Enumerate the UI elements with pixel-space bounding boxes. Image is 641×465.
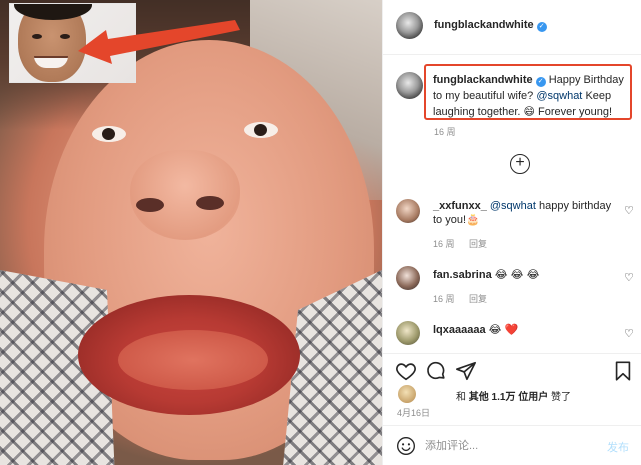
heart-outline-icon[interactable]	[395, 360, 417, 382]
reply-button[interactable]: 回复	[469, 239, 487, 249]
post-date[interactable]: 4月16日	[397, 406, 430, 419]
like-comment-heart-icon[interactable]: ♡	[624, 206, 634, 217]
add-comment-bar: 发布	[383, 425, 641, 465]
commenter-username[interactable]: fan.sabrina	[433, 269, 492, 281]
comment-panel: fungblackandwhite ✓ fungblackandwhite ✓ Ha…	[382, 0, 641, 465]
comment-text: fan.sabrina 😂 😂 😂	[433, 268, 613, 282]
commenter-avatar[interactable]	[396, 199, 420, 223]
like-comment-heart-icon[interactable]: ♡	[624, 329, 634, 340]
comment-meta: 16 周 回复	[433, 292, 499, 305]
inset-eye-right	[60, 34, 70, 39]
caption-username[interactable]: fungblackandwhite	[433, 74, 533, 86]
comment-body: 😂 ❤️	[488, 324, 519, 336]
photo-nostril-right	[196, 196, 224, 210]
post-comment-button[interactable]: 发布	[607, 439, 629, 455]
reply-button[interactable]: 回复	[469, 294, 487, 304]
comment-timestamp[interactable]: 16 周	[433, 239, 455, 249]
author-username-text[interactable]: fungblackandwhite	[434, 19, 534, 31]
inset-eye-left	[32, 34, 42, 39]
likes-suffix: 赞了	[551, 392, 572, 403]
commenter-avatar[interactable]	[396, 266, 420, 290]
comment-body: 😂 😂 😂	[494, 269, 540, 281]
verified-badge-icon: ✓	[536, 22, 547, 32]
commenter-avatar[interactable]	[396, 321, 420, 345]
red-arrow-annotation	[78, 20, 240, 64]
author-avatar[interactable]	[396, 12, 423, 39]
commenter-username[interactable]: _xxfunxx_	[433, 200, 487, 212]
load-more-comments-button[interactable]: +	[510, 154, 530, 174]
emoji-smile-icon[interactable]	[396, 436, 416, 456]
share-icon[interactable]	[455, 360, 477, 382]
likes-count-link[interactable]: 其他 1.1万 位用户	[469, 392, 548, 403]
author-username[interactable]: fungblackandwhite ✓	[434, 19, 547, 32]
comment-mention-link[interactable]: @sqwhat	[490, 200, 536, 212]
caption-mention-link[interactable]: @sqwhat	[536, 90, 582, 102]
photo-tongue	[118, 330, 268, 390]
post-header: fungblackandwhite ✓	[383, 0, 641, 55]
post-actions-bar: 和 其他 1.1万 位用户 赞了 4月16日	[383, 353, 641, 423]
comment-timestamp[interactable]: 16 周	[433, 294, 455, 304]
commenter-username[interactable]: lqxaaaaaa	[433, 324, 486, 336]
photo-eye-left	[92, 126, 126, 142]
likes-prefix: 和	[456, 392, 466, 403]
post-photo[interactable]	[0, 0, 382, 465]
caption-timestamp[interactable]: 16 周	[434, 125, 456, 138]
plus-circle-icon: +	[515, 154, 525, 171]
verified-badge-icon: ✓	[535, 77, 546, 87]
photo-nose	[130, 150, 240, 240]
caption-avatar[interactable]	[396, 72, 423, 99]
comment-icon[interactable]	[425, 360, 447, 382]
comment-text: lqxaaaaaa 😂 ❤️	[433, 323, 613, 337]
likes-summary: 和 其他 1.1万 位用户 赞了	[456, 388, 571, 403]
comment-input[interactable]	[425, 436, 595, 456]
caption-text: fungblackandwhite ✓ Happy Birthday to my …	[433, 72, 633, 120]
like-comment-heart-icon[interactable]: ♡	[624, 273, 634, 284]
comment-text: _xxfunxx_ @sqwhat happy birthday to you!…	[433, 199, 613, 227]
comment-meta: 16 周 回复	[433, 237, 499, 250]
photo-nostril-left	[136, 198, 164, 212]
photo-eye-right	[244, 122, 278, 138]
liker-avatar[interactable]	[398, 385, 416, 403]
bookmark-icon[interactable]	[612, 360, 634, 382]
